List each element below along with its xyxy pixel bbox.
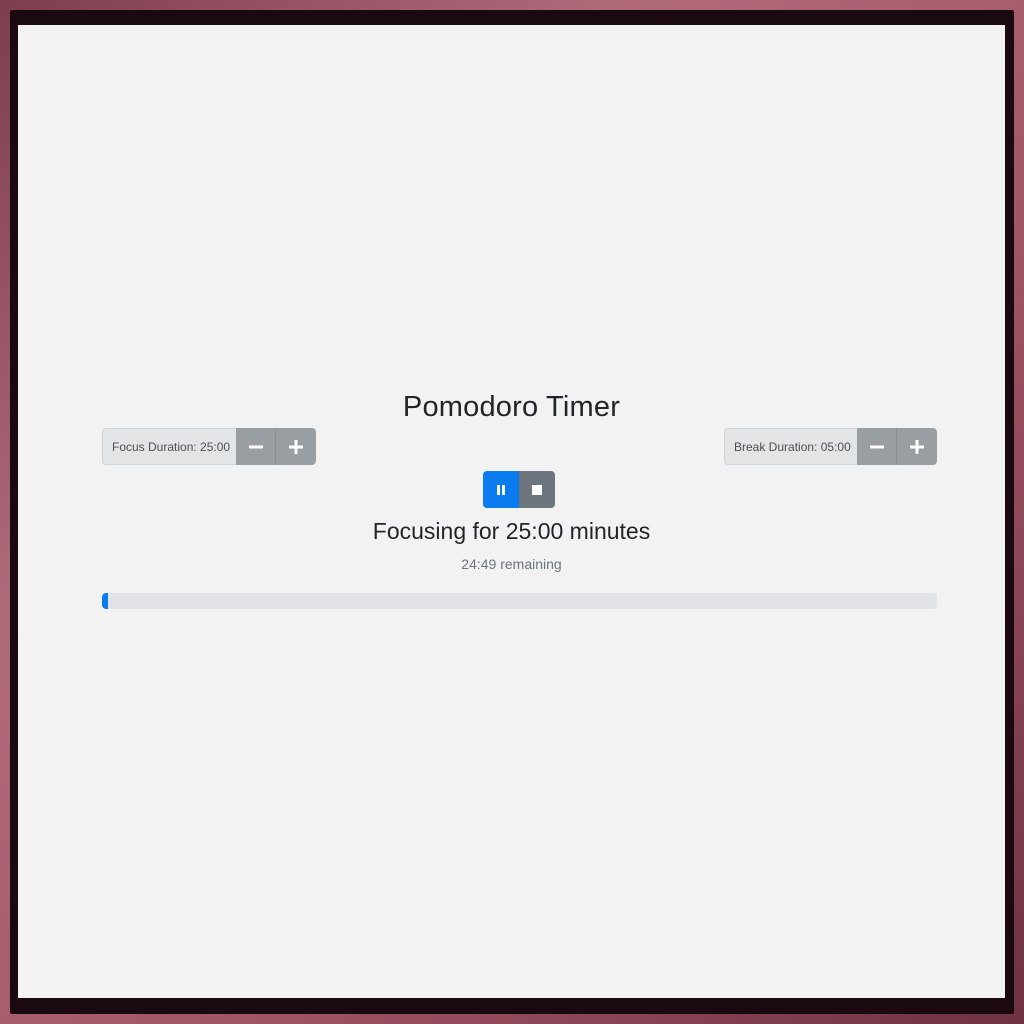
pause-icon: [497, 484, 505, 495]
plus-icon: [289, 439, 303, 454]
minus-icon: [248, 445, 263, 448]
window-frame: Pomodoro Timer Focus Duration: 25:00 Bre…: [0, 0, 1024, 1024]
break-duration-label: Break Duration: 05:00: [724, 428, 857, 465]
stop-button[interactable]: [519, 471, 555, 508]
page-title: Pomodoro Timer: [402, 391, 621, 423]
focus-decrement-button[interactable]: [236, 428, 276, 465]
minus-icon: [869, 445, 884, 448]
focus-duration-label: Focus Duration: 25:00: [102, 428, 236, 465]
page-viewport: Pomodoro Timer Focus Duration: 25:00 Bre…: [18, 25, 1005, 998]
focus-increment-button[interactable]: [276, 428, 316, 465]
timer-status-text: Focusing for 25:00 minutes: [372, 518, 651, 544]
timer-controls: [483, 471, 555, 508]
stop-icon: [532, 484, 542, 495]
pomodoro-app: Pomodoro Timer Focus Duration: 25:00 Bre…: [18, 387, 1005, 639]
focus-duration-group: Focus Duration: 25:00: [102, 428, 316, 465]
plus-icon: [910, 439, 924, 454]
timer-progress: [102, 593, 937, 609]
break-increment-button[interactable]: [897, 428, 937, 465]
time-remaining-text: 24:49 remaining: [461, 556, 562, 572]
timer-progress-bar: [102, 593, 109, 609]
pause-button[interactable]: [483, 471, 519, 508]
break-duration-group: Break Duration: 05:00: [724, 428, 937, 465]
break-decrement-button[interactable]: [857, 428, 897, 465]
